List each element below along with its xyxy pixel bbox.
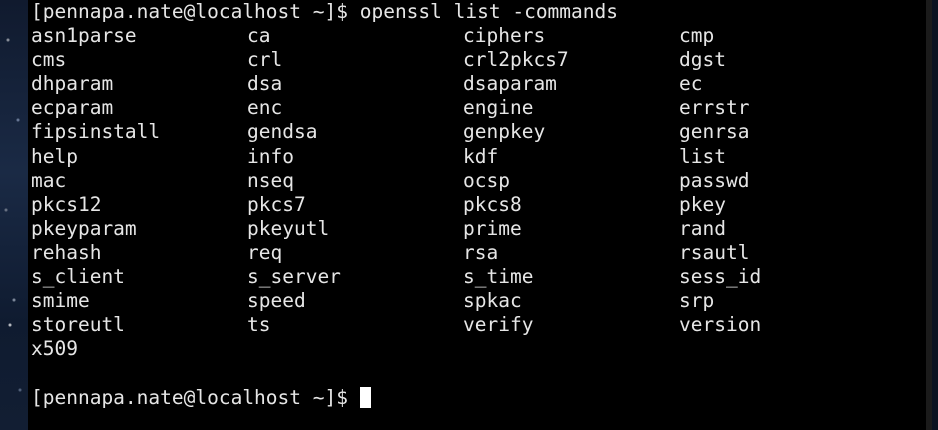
command-name: version xyxy=(679,313,762,337)
command-name: srp xyxy=(679,289,715,313)
command-name: speed xyxy=(247,289,306,313)
command-row: ecparam enc engine errstr xyxy=(31,96,932,120)
command-row: smime speed spkac srp xyxy=(31,289,932,313)
command-name: req xyxy=(247,240,283,264)
command-list: asn1parse ca ciphers cmp cms crl crl2pkcs7 dgst… xyxy=(31,24,932,361)
command-name: pkcs7 xyxy=(247,192,306,216)
command-name: ecparam xyxy=(31,96,114,120)
command-name: smime xyxy=(31,289,90,313)
shell-prompt: [pennapa.nate@localhost ~]$ xyxy=(31,385,348,409)
command-row: s_client s_server s_time sess_id xyxy=(31,265,932,289)
command-name: mac xyxy=(31,168,67,192)
terminal-window[interactable]: [pennapa.nate@localhost ~]$ openssl list… xyxy=(28,0,932,430)
command-row: asn1parse ca ciphers cmp xyxy=(31,24,932,48)
command-name: s_time xyxy=(463,265,534,289)
command-name xyxy=(463,337,679,361)
command-name: rehash xyxy=(31,240,102,264)
command-name: cms xyxy=(31,48,67,72)
command-name: s_server xyxy=(247,265,341,289)
command-name: pkeyparam xyxy=(31,216,137,240)
command-name: x509 xyxy=(31,337,78,361)
command-name: ts xyxy=(247,313,271,337)
command-line: [pennapa.nate@localhost ~]$ openssl list… xyxy=(31,0,618,23)
command-name: errstr xyxy=(679,96,750,120)
command-name: storeutl xyxy=(31,313,125,337)
command-name xyxy=(679,337,895,361)
command-row: cms crl crl2pkcs7 dgst xyxy=(31,48,932,72)
command-row: pkcs12 pkcs7 pkcs8 pkey xyxy=(31,193,932,217)
command-name: pkcs12 xyxy=(31,192,102,216)
command-row: mac nseq ocsp passwd xyxy=(31,169,932,193)
command-name: nseq xyxy=(247,168,294,192)
desktop-wallpaper xyxy=(0,0,28,430)
command-name: rsautl xyxy=(679,240,750,264)
command-name: s_client xyxy=(31,265,125,289)
command-row: pkeyparam pkeyutl prime rand xyxy=(31,217,932,241)
command-name: list xyxy=(679,144,726,168)
command-name: genpkey xyxy=(463,120,546,144)
command-name: pkcs8 xyxy=(463,192,522,216)
command-name: crl2pkcs7 xyxy=(463,48,569,72)
command-name: spkac xyxy=(463,289,522,313)
command-row: fipsinstall gendsa genpkey genrsa xyxy=(31,120,932,144)
command-name: genrsa xyxy=(679,120,750,144)
command-name: fipsinstall xyxy=(31,120,161,144)
command-row: help info kdf list xyxy=(31,145,932,169)
command-name xyxy=(247,337,463,361)
command-name: sess_id xyxy=(679,265,762,289)
command-name: ocsp xyxy=(463,168,510,192)
command-row: rehash req rsa rsautl xyxy=(31,241,932,265)
terminal-scrollbar[interactable] xyxy=(926,0,932,430)
desktop: [pennapa.nate@localhost ~]$ openssl list… xyxy=(0,0,938,430)
command-name: help xyxy=(31,144,78,168)
prompt-line[interactable]: [pennapa.nate@localhost ~]$ xyxy=(31,386,932,410)
command-name: kdf xyxy=(463,144,499,168)
command-name: ec xyxy=(679,72,703,96)
command-name: ciphers xyxy=(463,24,546,48)
command-name: ca xyxy=(247,24,271,48)
command-name: dhparam xyxy=(31,72,114,96)
command-name: gendsa xyxy=(247,120,318,144)
command-row: dhparam dsa dsaparam ec xyxy=(31,72,932,96)
command-name: info xyxy=(247,144,294,168)
command-row: storeutl ts verify version xyxy=(31,313,932,337)
command-name: verify xyxy=(463,313,534,337)
command-name: dgst xyxy=(679,48,726,72)
command-name: pkeyutl xyxy=(247,216,330,240)
command-name: cmp xyxy=(679,24,715,48)
command-name: prime xyxy=(463,216,522,240)
command-name: crl xyxy=(247,48,283,72)
command-row: x509 xyxy=(31,337,932,361)
command-name: asn1parse xyxy=(31,24,137,48)
command-name: enc xyxy=(247,96,283,120)
command-name: rand xyxy=(679,216,726,240)
command-name: dsaparam xyxy=(463,72,557,96)
command-name: dsa xyxy=(247,72,283,96)
command-name: pkey xyxy=(679,192,726,216)
text-cursor xyxy=(359,386,371,408)
command-name: rsa xyxy=(463,240,499,264)
command-name: passwd xyxy=(679,168,750,192)
command-name: engine xyxy=(463,96,534,120)
